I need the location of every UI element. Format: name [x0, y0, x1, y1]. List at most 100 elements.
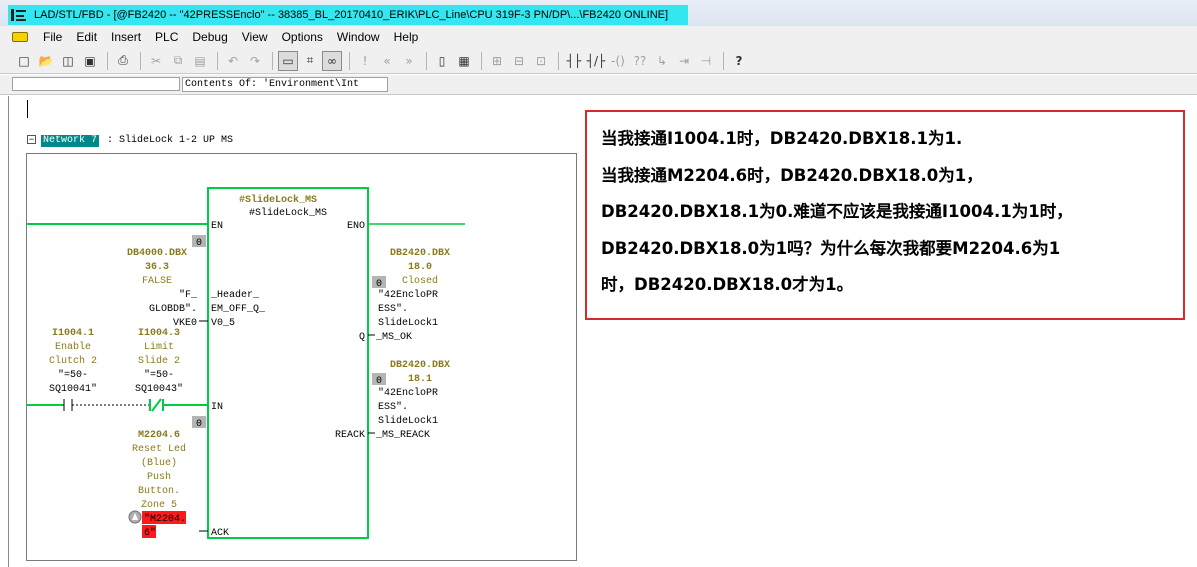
- menu-window[interactable]: Window: [330, 30, 387, 44]
- q-address-1: DB2420.DBX: [390, 248, 450, 259]
- undo-icon[interactable]: ↶: [223, 51, 243, 71]
- toolbar-separator: [107, 51, 108, 70]
- reset-comment-4: Button.: [138, 486, 180, 497]
- title-bar: LAD/STL/FBD - [@FB2420 -- "42PRESSEnclo"…: [0, 0, 1197, 26]
- pin-ack: ACK: [211, 528, 229, 539]
- no-contact-icon[interactable]: ┤├: [564, 51, 584, 71]
- menu-edit[interactable]: Edit: [69, 30, 104, 44]
- reset-comment-3: Push: [147, 471, 171, 483]
- annotation-line-2: 当我接通M2204.6时，DB2420.DBX18.0为1，: [601, 165, 983, 185]
- db4000-address-2: 36.3: [145, 262, 169, 273]
- reset-symbol-1: "M2204.: [144, 513, 186, 525]
- open-branch-icon[interactable]: ↳: [652, 51, 672, 71]
- text-cursor: [27, 100, 28, 118]
- menu-options[interactable]: Options: [275, 30, 330, 44]
- online-icon[interactable]: ◫: [58, 51, 78, 71]
- q-symbol-4: _MS_OK: [375, 332, 412, 343]
- title-highlight: LAD/STL/FBD - [@FB2420 -- "42PRESSEnclo"…: [8, 5, 688, 25]
- header-param-1: _Header_: [210, 289, 260, 301]
- box-icon[interactable]: ??: [630, 51, 650, 71]
- save-icon[interactable]: ▣: [80, 51, 100, 71]
- branch-icon[interactable]: ⊟: [509, 51, 529, 71]
- contact2-nc-slash: [151, 398, 162, 412]
- new-network-icon[interactable]: ⊞: [487, 51, 507, 71]
- nav-first-icon[interactable]: !: [355, 51, 375, 71]
- contact2-symbol-2: SQ10043": [135, 383, 183, 395]
- cut-icon[interactable]: ✂: [146, 51, 166, 71]
- menu-view[interactable]: View: [235, 30, 275, 44]
- q-value: 0: [376, 279, 382, 290]
- open-icon[interactable]: 📂: [36, 51, 56, 71]
- paste-icon[interactable]: ▤: [190, 51, 210, 71]
- toolbar-separator: [481, 51, 482, 70]
- contact2-symbol-1: "=50-: [144, 369, 174, 381]
- toolbar-separator: [723, 51, 724, 70]
- menu-insert[interactable]: Insert: [104, 30, 148, 44]
- reset-comment-1: Reset Led: [132, 443, 186, 455]
- contact1-symbol-2: SQ10041": [49, 383, 97, 395]
- contact1-comment-2: Clutch 2: [49, 355, 97, 367]
- network-title: : SlideLock 1-2 UP MS: [107, 135, 234, 146]
- reack-symbol-4: _MS_REACK: [375, 430, 430, 441]
- coil-icon[interactable]: -(): [608, 51, 628, 71]
- q-symbol-3: SlideLock1: [378, 317, 438, 329]
- close-branch-icon[interactable]: ⊡: [531, 51, 551, 71]
- db4000-state: FALSE: [142, 276, 172, 287]
- fb-box[interactable]: [207, 187, 369, 539]
- lad-editor-icon: [10, 7, 28, 23]
- overview-icon[interactable]: ▯: [432, 51, 452, 71]
- menu-bar: File Edit Insert PLC Debug View Options …: [0, 26, 1197, 48]
- network-collapse-toggle[interactable]: −: [27, 135, 36, 144]
- toolbar-separator: [558, 51, 559, 70]
- reack-symbol-1: "42EncloPR: [378, 387, 438, 399]
- ladder-diagram: #SlideLock_MS #SlideLock_MS EN ENO 0 DB4…: [27, 187, 465, 539]
- in-value: 0: [196, 419, 202, 430]
- question-annotation: 当我接通I1004.1时，DB2420.DBX18.1为1. 当我接通M2204…: [585, 110, 1185, 320]
- pin-eno: ENO: [347, 221, 365, 232]
- reack-symbol-3: SlideLock1: [378, 415, 438, 427]
- reack-address-2: 18.1: [408, 374, 432, 385]
- monitor-icon[interactable]: ▭: [278, 50, 298, 71]
- menu-debug[interactable]: Debug: [185, 30, 234, 44]
- db4000-symbol-2: GLOBDB".: [149, 303, 197, 315]
- nc-contact-icon[interactable]: ┤/├: [586, 51, 606, 71]
- new-icon[interactable]: □: [14, 51, 34, 71]
- menu-plc[interactable]: PLC: [148, 30, 185, 44]
- toolbar: □ 📂 ◫ ▣ ⎙ ✂ ⧉ ▤ ↶ ↷ ▭ ⌗ ∞ ! « » ▯ ▦ ⊞ ⊟ …: [0, 48, 1197, 74]
- reset-comment-2: (Blue): [141, 457, 177, 469]
- fb-name: #SlideLock_MS: [249, 207, 327, 219]
- menu-file[interactable]: File: [36, 30, 69, 44]
- pin-reack: REACK: [335, 430, 365, 441]
- toolbar-separator: [349, 51, 350, 70]
- details-icon[interactable]: ▦: [454, 51, 474, 71]
- redo-icon[interactable]: ↷: [245, 51, 265, 71]
- close-branch2-icon[interactable]: ⇥: [674, 51, 694, 71]
- copy-icon[interactable]: ⧉: [168, 51, 188, 71]
- bookmark-icon[interactable]: ⌗: [300, 51, 320, 71]
- glasses-icon[interactable]: ∞: [322, 50, 342, 71]
- contents-field[interactable]: Contents Of: 'Environment\Int: [182, 77, 388, 92]
- contact2-address: I1004.3: [138, 328, 180, 339]
- pin-en: EN: [211, 221, 223, 232]
- contact1-comment-1: Enable: [55, 341, 91, 353]
- contact2-comment-2: Slide 2: [138, 355, 180, 367]
- block-field[interactable]: [12, 77, 180, 91]
- menu-help[interactable]: Help: [387, 30, 426, 44]
- q-symbol-2: ESS".: [378, 303, 408, 315]
- nav-prev-icon[interactable]: «: [377, 51, 397, 71]
- annotation-line-1: 当我接通I1004.1时，DB2420.DBX18.1为1.: [601, 129, 963, 148]
- contact2-comment-1: Limit: [144, 341, 174, 353]
- header-param-2: EM_OFF_Q_: [211, 304, 266, 315]
- help-icon[interactable]: ?: [729, 51, 749, 71]
- network-label[interactable]: Network 7: [41, 135, 100, 147]
- fb-instance: #SlideLock_MS: [239, 194, 317, 206]
- print-icon[interactable]: ⎙: [113, 51, 133, 71]
- nav-next-icon[interactable]: »: [399, 51, 419, 71]
- address-row: Contents Of: 'Environment\Int: [0, 75, 1197, 95]
- pin-in: IN: [211, 402, 223, 413]
- system-menu-icon[interactable]: [12, 32, 28, 42]
- window-title: LAD/STL/FBD - [@FB2420 -- "42PRESSEnclo"…: [34, 9, 669, 21]
- connect-icon[interactable]: ⊣: [696, 51, 716, 71]
- reack-value: 0: [376, 376, 382, 387]
- db4000-value: 0: [196, 238, 202, 249]
